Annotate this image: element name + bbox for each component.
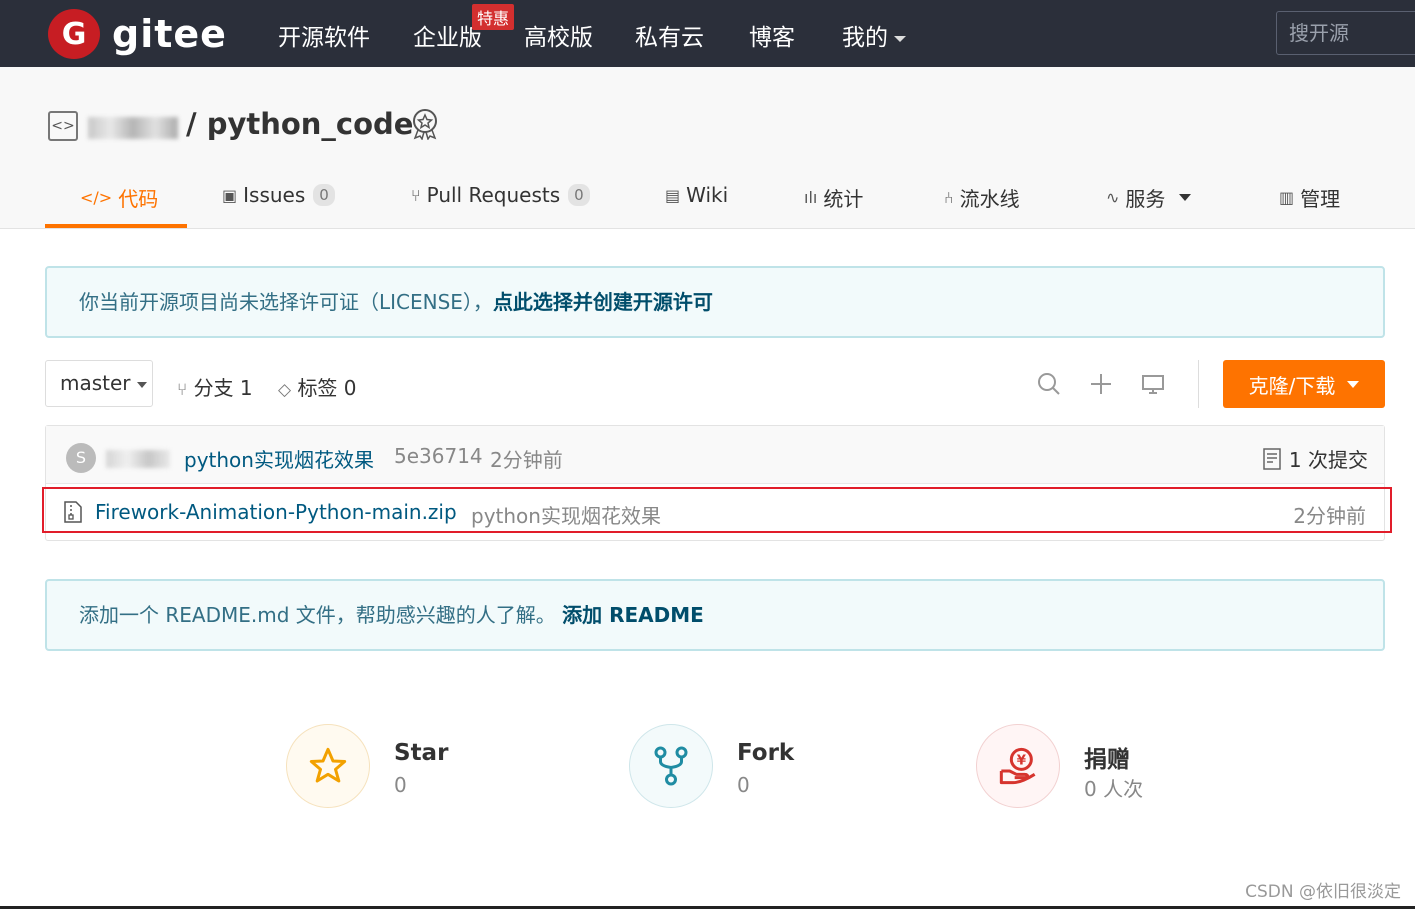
nav-mine[interactable]: 我的 [842,18,906,52]
tags-link[interactable]: ◇ 标签 0 [278,372,357,401]
tab-code-label: 代码 [118,187,159,211]
tab-manage-label: 管理 [1300,187,1341,211]
file-name[interactable]: Firework-Animation-Python-main.zip [95,500,457,524]
chevron-down-icon [1179,194,1192,201]
active-tab-indicator [45,224,187,228]
issues-icon: ▣ [222,185,238,205]
commit-time: 2分钟前 [490,448,563,472]
create-license-link[interactable]: 点此选择并创建开源许可 [493,290,713,314]
fork-button[interactable] [629,724,713,808]
commit-count: 1 次提交 [1288,448,1368,472]
nav-blog[interactable]: 博客 [749,18,795,52]
logo-letter: G [61,16,87,52]
tab-pipeline[interactable]: ⑃ 流水线 [944,183,1020,212]
tab-services-label: 服务 [1125,187,1166,211]
tab-manage[interactable]: ▥ 管理 [1279,183,1340,212]
tab-stats[interactable]: ılı 统计 [804,183,863,212]
commits-icon [1263,447,1281,470]
branch-name: master [60,371,131,395]
donate-button[interactable]: ¥ [976,724,1060,808]
donate-hand-icon: ¥ [999,747,1036,785]
tab-wiki-label: Wiki [686,183,729,207]
list-item[interactable]: Firework-Animation-Python-main.zip pytho… [46,484,1384,541]
chevron-down-icon [894,35,906,42]
fork-icon [654,746,688,786]
tab-stats-label: 统计 [823,187,864,211]
commit-hash[interactable]: 5e36714 [394,444,483,468]
branches-count: 分支 1 [193,376,253,400]
clone-download-button[interactable]: 克隆/下载 [1223,360,1385,408]
gitee-logo[interactable]: G gitee [48,9,227,59]
tab-services[interactable]: ∿ 服务 [1106,183,1192,212]
award-badge-icon[interactable] [410,108,440,140]
donate-label: 捐赠 [1084,747,1130,773]
nav-mine-label: 我的 [842,25,888,51]
bar-chart-icon: ılı [804,188,818,207]
star-label: Star [394,740,449,766]
pr-count-badge: 0 [568,184,590,206]
readme-notice-text: 添加一个 README.md 文件，帮助感兴趣的人了解。 [79,603,556,627]
pipeline-icon: ⑃ [944,188,954,207]
tag-icon: ◇ [278,380,292,400]
svg-text:¥: ¥ [1017,753,1027,768]
search-input[interactable]: 搜开源 [1276,11,1415,55]
tab-pr-label: Pull Requests [426,183,561,207]
tab-pipeline-label: 流水线 [959,187,1020,211]
donate-count[interactable]: 0 人次 [1084,773,1143,802]
commit-count-link[interactable]: 1 次提交 [1263,444,1368,473]
watermark: CSDN @依旧很淡定 [1245,882,1401,902]
chevron-down-icon [136,381,147,388]
settings-doc-icon: ▥ [1279,188,1295,207]
monitor-icon[interactable] [1141,372,1165,396]
commit-message[interactable]: python实现烟花效果 [184,444,374,473]
fork-count[interactable]: 0 [737,773,750,797]
file-time: 2分钟前 [1293,504,1366,528]
clone-button-label: 克隆/下载 [1248,373,1336,398]
license-notice-text: 你当前开源项目尚未选择许可证（LICENSE）， [79,290,493,314]
tab-wiki[interactable]: ▤ Wiki [665,183,728,207]
issues-count-badge: 0 [313,184,335,206]
chevron-down-icon [1347,380,1360,388]
avatar[interactable]: S [66,443,96,473]
code-icon: </> [80,188,113,207]
plus-icon[interactable] [1089,372,1113,396]
latest-commit-row: S python实现烟花效果 5e36714 2分钟前 1 次提交 [46,426,1384,484]
fork-label: Fork [737,740,795,766]
repo-title[interactable]: / python_code [186,107,413,141]
gitee-logo-icon: G [48,9,100,59]
pulse-icon: ∿ [1106,188,1120,207]
toolbar-divider [1198,360,1199,408]
branches-link[interactable]: ⑂ 分支 1 [177,372,253,401]
file-list: S python实现烟花效果 5e36714 2分钟前 1 次提交 Firewo… [45,425,1385,541]
branch-icon: ⑂ [177,380,188,400]
star-count[interactable]: 0 [394,773,407,797]
file-commit-message[interactable]: python实现烟花效果 [471,500,661,529]
tags-count: 标签 0 [297,376,357,400]
readme-notice: 添加一个 README.md 文件，帮助感兴趣的人了解。 添加 README [45,579,1385,651]
tab-issues[interactable]: ▣ Issues 0 [222,183,335,207]
nav-open-source[interactable]: 开源软件 [278,18,370,52]
star-button[interactable] [286,724,370,808]
book-icon: ▤ [665,185,681,205]
promo-badge: 特惠 [472,4,515,30]
pull-request-icon: ⑂ [411,185,421,205]
project-header: <> / python_code </> 代码 ▣ Issues 0 ⑂ Pull Re… [0,67,1415,229]
star-icon [309,747,347,783]
license-notice: 你当前开源项目尚未选择许可证（LICENSE），点此选择并创建开源许可 [45,266,1385,338]
nav-education[interactable]: 高校版 [524,18,593,52]
branch-selector[interactable]: master [45,360,153,407]
tab-pull-requests[interactable]: ⑂ Pull Requests 0 [411,183,590,207]
zip-file-icon [64,501,82,523]
nav-private-cloud[interactable]: 私有云 [635,18,704,52]
tab-code[interactable]: </> 代码 [80,183,158,212]
top-navbar: G gitee 开源软件 企业版 特惠 高校版 私有云 博客 我的 搜开源 [0,0,1415,67]
owner-name-blurred[interactable] [88,117,178,139]
logo-text: gitee [112,12,227,56]
search-icon[interactable] [1037,372,1061,396]
add-readme-link[interactable]: 添加 README [562,603,704,627]
author-name-blurred[interactable] [106,450,170,468]
code-repo-icon: <> [48,111,78,141]
tab-issues-label: Issues [243,183,306,207]
